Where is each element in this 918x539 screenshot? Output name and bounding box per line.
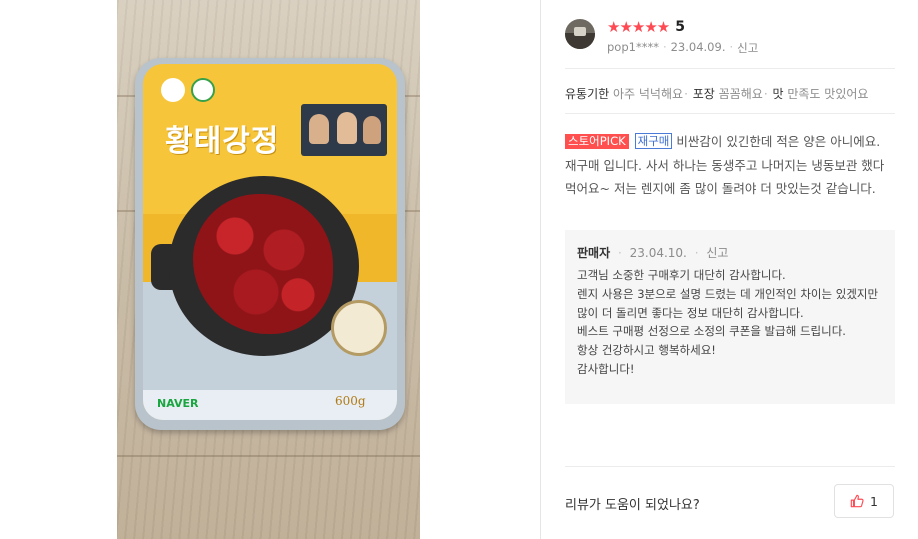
seller-reply-line: 항상 건강하시고 행복하세요! <box>577 343 716 358</box>
certification-logo-icon <box>191 78 215 102</box>
thumbs-up-icon <box>850 494 864 508</box>
summary-key: 유통기한 <box>565 87 610 101</box>
package-label: 황태강정 NAVER 600g <box>143 64 397 420</box>
summary-value: 꼼꼼해요 <box>718 87 763 101</box>
repurchase-badge: 재구매 <box>634 133 673 149</box>
avatar <box>565 19 595 49</box>
package-footer: NAVER 600g <box>143 390 397 420</box>
review-summary: 유통기한 아주 넉넉해요· 포장 꼼꼼해요· 맛 만족도 맛있어요 <box>565 87 869 101</box>
rating-row: ★★★★★ 5 <box>607 17 685 37</box>
seller-reply-line: 감사합니다! <box>577 361 635 376</box>
floor-line <box>117 455 420 457</box>
seller-reply-date: 23.04.10. <box>629 246 687 260</box>
divider <box>565 113 895 114</box>
summary-value: 만족도 맛있어요 <box>787 87 869 101</box>
helpful-button[interactable]: 1 <box>834 484 894 518</box>
package-weight: 600g <box>335 394 366 408</box>
brand-logo-icon <box>161 78 185 102</box>
review-date: 23.04.09. <box>670 40 726 54</box>
seller-reply-text: 고객님 소중한 구매후기 대단히 감사합니다. 렌지 사용은 3분으로 설명 드… <box>577 266 883 379</box>
seller-reply-line: 렌지 사용은 3분으로 설명 드렸는 데 개인적인 차이는 있겠지만 <box>577 286 879 301</box>
seller-reply-header: 판매자 · 23.04.10. · 신고 <box>577 246 729 260</box>
star-rating-icon: ★★★★★ <box>607 18 670 36</box>
seller-reply-line: 많이 더 돌리면 좋다는 정보 대단히 감사합니다. <box>577 305 804 320</box>
photo-pane: 황태강정 NAVER 600g <box>0 0 540 539</box>
review-meta: pop1**** · 23.04.09. · 신고 <box>607 40 759 56</box>
store-pick-badge: 스토어PICK <box>565 134 629 149</box>
divider <box>565 466 895 467</box>
review-author: pop1**** <box>607 40 659 54</box>
package-title: 황태강정 <box>165 124 280 159</box>
summary-key: 포장 <box>692 87 715 101</box>
naver-mark: NAVER <box>157 397 199 410</box>
divider <box>565 68 895 69</box>
report-link[interactable]: 신고 <box>737 40 758 56</box>
product-package: 황태강정 NAVER 600g <box>135 58 405 430</box>
seller-reply: 판매자 · 23.04.10. · 신고 고객님 소중한 구매후기 대단히 감사… <box>565 230 895 404</box>
review-photo[interactable]: 황태강정 NAVER 600g <box>117 0 420 539</box>
seller-reply-line: 베스트 구매평 선정으로 소정의 쿠폰을 발급해 드립니다. <box>577 324 846 339</box>
helpful-count: 1 <box>870 493 878 509</box>
seller-name: 판매자 <box>577 246 611 260</box>
summary-value: 아주 넉넉해요 <box>613 87 684 101</box>
rating-value: 5 <box>675 19 685 35</box>
review-text: 스토어PICK 재구매 비싼감이 있긴한데 적은 양은 아니에요. 재구매 입니… <box>565 130 893 201</box>
helpful-question: 리뷰가 도움이 되었나요? <box>565 498 700 513</box>
seller-report-link[interactable]: 신고 <box>706 246 728 260</box>
seller-reply-line: 고객님 소중한 구매후기 대단히 감사합니다. <box>577 268 786 282</box>
package-logos <box>161 78 221 102</box>
quality-seal-icon <box>331 300 387 356</box>
package-inset-photo <box>301 104 387 156</box>
review-pane: ★★★★★ 5 pop1**** · 23.04.09. · 신고 유통기한 아… <box>540 0 918 539</box>
summary-key: 맛 <box>772 87 784 101</box>
